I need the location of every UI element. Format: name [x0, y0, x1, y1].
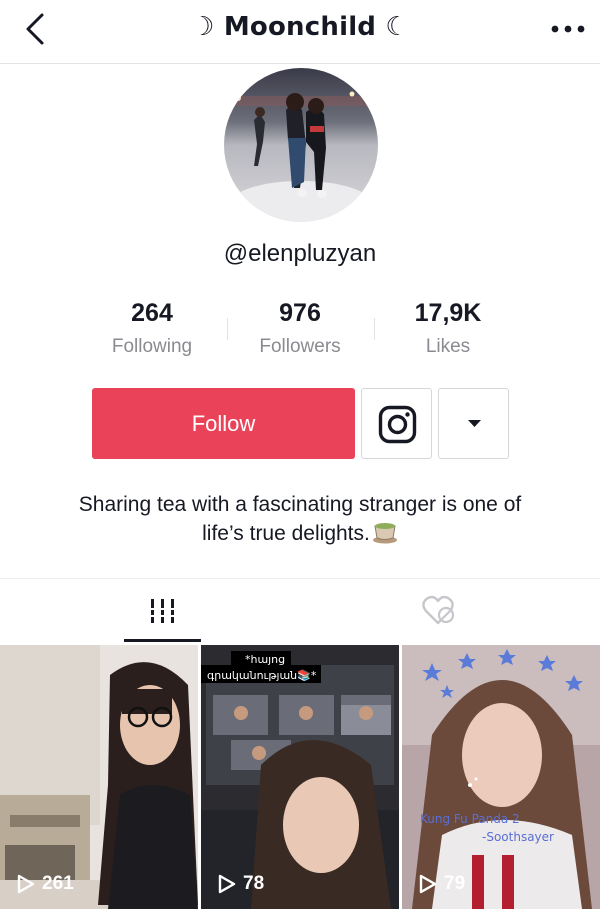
avatar[interactable] [224, 68, 378, 222]
caret-down-icon [468, 420, 481, 427]
tea-cup-icon [372, 523, 397, 544]
stat-value: 17,9K [414, 299, 482, 327]
username: @elenpluzyan [223, 240, 377, 267]
video-caption-line: -Soothsayer [482, 830, 554, 844]
video-caption-line: *հայոց [245, 653, 285, 666]
stat-value: 976 [279, 299, 321, 327]
bio-line-text: life’s true delights. [202, 522, 370, 545]
stat-value: 264 [131, 299, 173, 327]
video-thumbnail-image: Kung Fu Panda 2 -Soothsayer [402, 645, 600, 909]
more-options-button[interactable] [546, 12, 590, 46]
view-count: 78 [217, 873, 264, 895]
view-count: 261 [16, 873, 74, 895]
profile-tabs [0, 578, 600, 644]
video-grid: 261 *հայոց գրականության📚* 78 Kung Fu Pan… [0, 645, 600, 909]
page-title: ☽ Moonchild ☾ [191, 12, 409, 42]
grid-bars-icon [149, 599, 176, 623]
stat-following[interactable]: 264 Following [78, 296, 226, 366]
stat-label: Likes [425, 336, 471, 357]
profile-stats: 264 Following 976 Followers 17,9K Likes [78, 296, 522, 366]
video-thumbnail[interactable]: Kung Fu Panda 2 -Soothsayer 79 [402, 645, 600, 909]
active-tab-indicator [124, 639, 201, 642]
tab-videos[interactable] [0, 579, 300, 643]
view-count: 79 [418, 873, 465, 895]
stat-divider [374, 318, 375, 340]
bio-line: Sharing tea with a fascinating stranger … [78, 493, 522, 516]
stat-label: Following [111, 336, 193, 357]
stat-divider [227, 318, 228, 340]
more-horizontal-icon [551, 25, 585, 33]
play-icon [419, 874, 437, 894]
video-caption-line: Kung Fu Panda 2 [420, 812, 520, 826]
stat-likes: 17,9K Likes [374, 296, 522, 366]
view-count-text: 79 [444, 873, 466, 894]
play-icon [17, 874, 35, 894]
stat-label: Followers [259, 336, 341, 357]
view-count-text: 78 [243, 873, 265, 894]
video-thumbnail-image [0, 645, 198, 909]
video-thumbnail[interactable]: 261 [0, 645, 198, 909]
view-count-text: 261 [42, 873, 74, 894]
follow-button[interactable]: Follow [92, 388, 355, 459]
video-thumbnail[interactable]: *հայոց գրականության📚* 78 [201, 645, 399, 909]
play-icon [218, 874, 236, 894]
video-caption-line: գրականության📚* [207, 669, 317, 682]
profile-bio: Sharing tea with a fascinating stranger … [40, 490, 560, 548]
more-actions-dropdown[interactable] [438, 388, 509, 459]
instagram-button[interactable] [361, 388, 432, 459]
tab-liked[interactable] [300, 579, 600, 643]
avatar-photo [224, 68, 378, 222]
heart-hidden-icon [422, 595, 455, 625]
instagram-icon [378, 405, 417, 444]
bio-line-2: life’s true delights. [40, 519, 560, 548]
stat-followers[interactable]: 976 Followers [226, 296, 374, 366]
top-nav-bar: ☽ Moonchild ☾ [0, 0, 600, 64]
video-thumbnail-image: *հայոց գրականության📚* [201, 645, 399, 909]
